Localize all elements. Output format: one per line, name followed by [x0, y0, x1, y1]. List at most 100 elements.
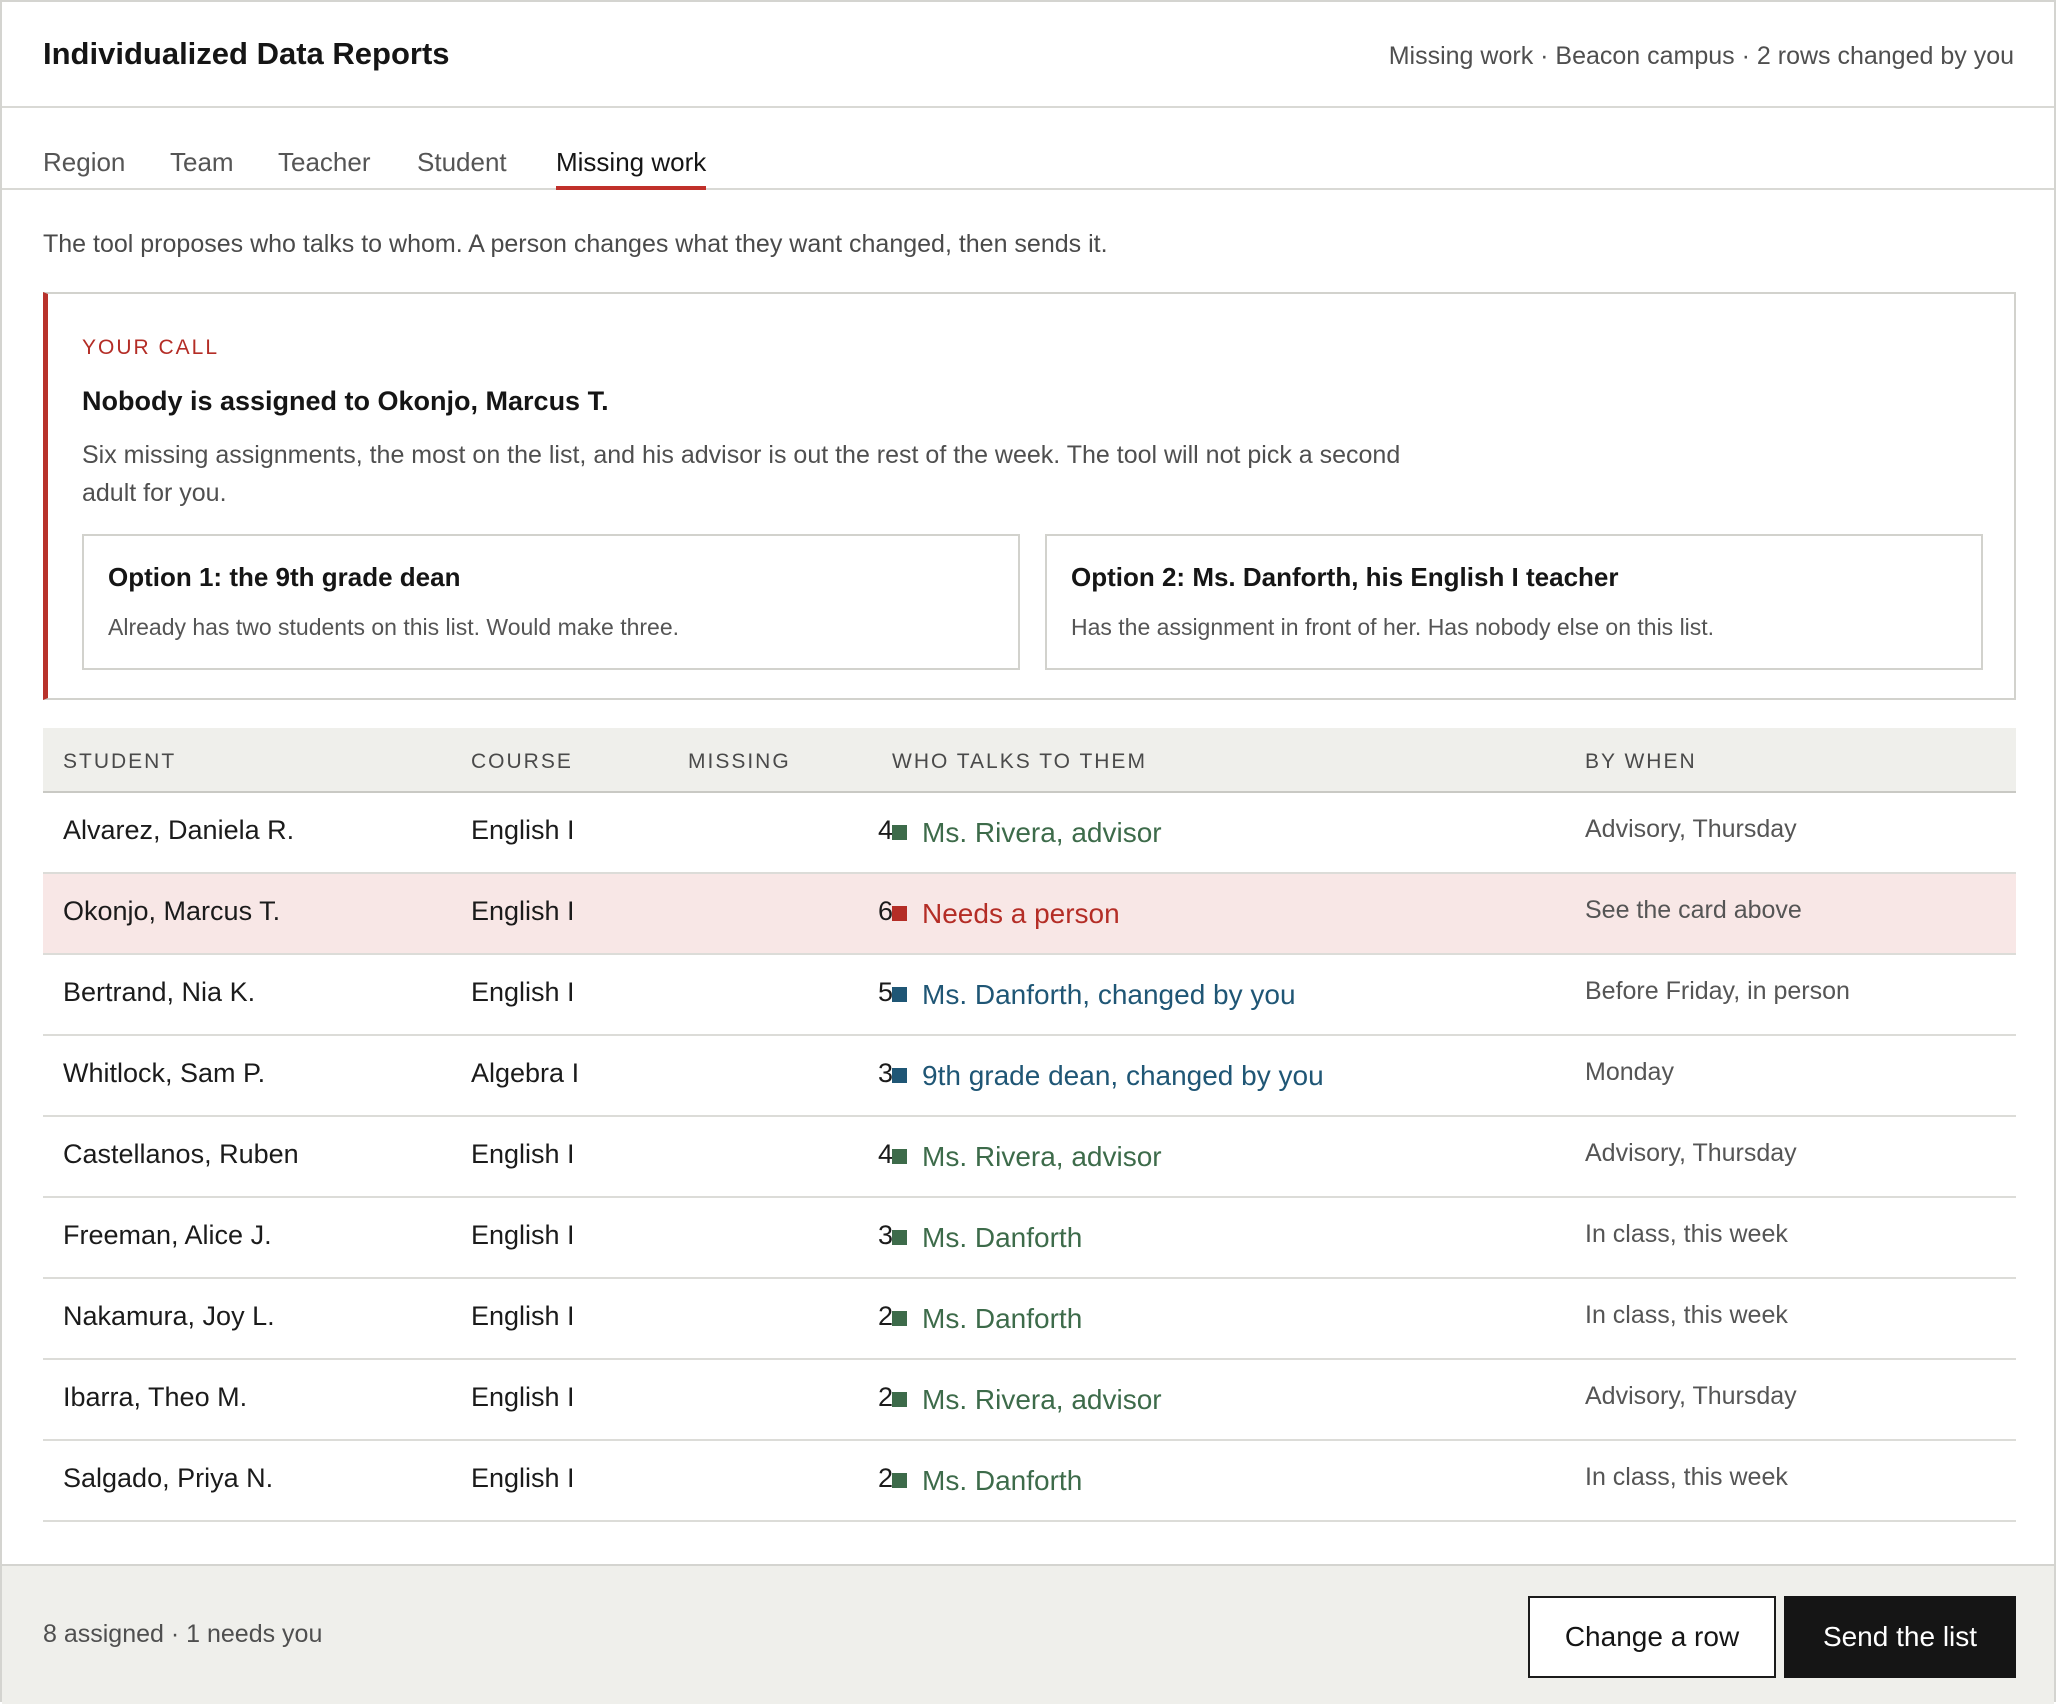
intro-text: The tool proposes who talks to whom. A p… — [43, 230, 1108, 258]
student-name: Okonjo, Marcus T. — [63, 896, 281, 926]
student-name: Bertrand, Nia K. — [63, 977, 256, 1007]
table-row[interactable]: Castellanos, Ruben English I 4 Ms. River… — [43, 1117, 2016, 1198]
missing-count: 2 — [877, 1382, 893, 1412]
your-call-card: YOUR CALL Nobody is assigned to Okonjo, … — [43, 292, 2016, 700]
student-name: Castellanos, Ruben — [63, 1139, 299, 1169]
status-square-icon — [892, 1149, 907, 1164]
due-when: Before Friday, in person — [1585, 977, 1850, 1005]
course-name: Algebra I — [471, 1058, 580, 1088]
assignee-label: Ms. Danforth, changed by you — [922, 979, 1296, 1010]
option-danforth-button[interactable]: Option 2: Ms. Danforth, his English I te… — [1045, 534, 1983, 670]
tab-region[interactable]: Region — [43, 134, 125, 190]
missing-count: 4 — [877, 815, 893, 845]
assignee-label: Ms. Rivera, advisor — [922, 1141, 1162, 1172]
course-name: English I — [471, 815, 575, 845]
due-when: Advisory, Thursday — [1585, 1382, 1797, 1410]
column-header-course: COURSE — [471, 750, 573, 773]
assignee-label: Ms. Danforth — [922, 1222, 1083, 1253]
status-square-icon — [892, 1473, 907, 1488]
assignee: Ms. Rivera, advisor — [892, 817, 1162, 849]
column-header-student: STUDENT — [63, 750, 177, 773]
status-square-icon — [892, 987, 907, 1002]
missing-count: 5 — [877, 977, 893, 1007]
status-square-icon — [892, 906, 907, 921]
course-name: English I — [471, 896, 575, 926]
status-square-icon — [892, 1392, 907, 1407]
student-name: Ibarra, Theo M. — [63, 1382, 248, 1412]
table-row[interactable]: Bertrand, Nia K. English I 5 Ms. Danfort… — [43, 955, 2016, 1036]
tab-team[interactable]: Team — [170, 134, 234, 190]
missing-count: 3 — [877, 1058, 893, 1088]
column-header-missing: MISSING — [688, 750, 791, 773]
missing-count: 2 — [877, 1463, 893, 1493]
assignee-label: Ms. Rivera, advisor — [922, 1384, 1162, 1415]
tab-missing-work[interactable]: Missing work — [556, 134, 707, 190]
student-name: Freeman, Alice J. — [63, 1220, 272, 1250]
header-context: Missing work · Beacon campus · 2 rows ch… — [1388, 42, 2014, 70]
assignee: Ms. Danforth, changed by you — [892, 979, 1296, 1011]
assignee-label: 9th grade dean, changed by you — [922, 1060, 1324, 1091]
table-row[interactable]: Ibarra, Theo M. English I 2 Ms. Rivera, … — [43, 1360, 2016, 1441]
assignee-label: Ms. Rivera, advisor — [922, 817, 1162, 848]
course-name: English I — [471, 977, 575, 1007]
due-when: Advisory, Thursday — [1585, 815, 1797, 843]
due-when: In class, this week — [1585, 1301, 1788, 1329]
report-tabs: Region Team Teacher Student Missing work — [2, 108, 2054, 190]
course-name: English I — [471, 1301, 575, 1331]
tab-teacher[interactable]: Teacher — [278, 134, 371, 190]
action-footer: 8 assigned · 1 needs you Change a row Se… — [2, 1564, 2054, 1704]
due-when: In class, this week — [1585, 1220, 1788, 1248]
table-row[interactable]: Whitlock, Sam P. Algebra I 3 9th grade d… — [43, 1036, 2016, 1117]
course-name: English I — [471, 1220, 575, 1250]
tab-student[interactable]: Student — [417, 134, 507, 190]
status-square-icon — [892, 1311, 907, 1326]
due-when: Monday — [1585, 1058, 1674, 1086]
course-name: English I — [471, 1382, 575, 1412]
table-row[interactable]: Alvarez, Daniela R. English I 4 Ms. Rive… — [43, 793, 2016, 874]
missing-count: 4 — [877, 1139, 893, 1169]
assignee: Ms. Danforth — [892, 1222, 1082, 1254]
due-when: Advisory, Thursday — [1585, 1139, 1797, 1167]
missing-count: 6 — [877, 896, 893, 926]
assignee-label: Needs a person — [922, 898, 1120, 929]
due-when: See the card above — [1585, 896, 1802, 924]
assignee: Needs a person — [892, 898, 1120, 930]
course-name: English I — [471, 1463, 575, 1493]
option-title: Option 2: Ms. Danforth, his English I te… — [1071, 562, 1619, 592]
student-name: Salgado, Priya N. — [63, 1463, 274, 1493]
change-row-button[interactable]: Change a row — [1528, 1596, 1776, 1678]
table-row[interactable]: Okonjo, Marcus T. English I 6 Needs a pe… — [43, 874, 2016, 955]
call-description: Six missing assignments, the most on the… — [82, 441, 1401, 507]
assignee: Ms. Rivera, advisor — [892, 1141, 1162, 1173]
missing-count: 2 — [877, 1301, 893, 1331]
student-name: Alvarez, Daniela R. — [63, 815, 295, 845]
student-name: Nakamura, Joy L. — [63, 1301, 275, 1331]
call-title: Nobody is assigned to Okonjo, Marcus T. — [82, 386, 609, 416]
table-row[interactable]: Freeman, Alice J. English I 3 Ms. Danfor… — [43, 1198, 2016, 1279]
option-description: Has the assignment in front of her. Has … — [1071, 614, 1715, 640]
assignee: Ms. Danforth — [892, 1465, 1082, 1497]
table-header: STUDENT COURSE MISSING WHO TALKS TO THEM… — [43, 728, 2016, 793]
assignee: Ms. Danforth — [892, 1303, 1082, 1335]
option-title: Option 1: the 9th grade dean — [108, 562, 461, 592]
assignee: 9th grade dean, changed by you — [892, 1060, 1324, 1092]
due-when: In class, this week — [1585, 1463, 1788, 1491]
table-row[interactable]: Salgado, Priya N. English I 2 Ms. Danfor… — [43, 1441, 2016, 1522]
send-list-button[interactable]: Send the list — [1784, 1596, 2016, 1678]
assignee-label: Ms. Danforth — [922, 1465, 1083, 1496]
app-title: Individualized Data Reports — [43, 36, 450, 71]
call-eyebrow: YOUR CALL — [82, 336, 220, 359]
status-square-icon — [892, 825, 907, 840]
course-name: English I — [471, 1139, 575, 1169]
missing-count: 3 — [877, 1220, 893, 1250]
option-dean-button[interactable]: Option 1: the 9th grade dean Already has… — [82, 534, 1020, 670]
assignee: Ms. Rivera, advisor — [892, 1384, 1162, 1416]
app-header: Individualized Data Reports Missing work… — [2, 2, 2054, 108]
column-header-when: BY WHEN — [1585, 750, 1697, 773]
missing-work-table: STUDENT COURSE MISSING WHO TALKS TO THEM… — [43, 728, 2016, 1522]
table-row[interactable]: Nakamura, Joy L. English I 2 Ms. Danfort… — [43, 1279, 2016, 1360]
column-header-who: WHO TALKS TO THEM — [892, 750, 1147, 773]
assignment-summary: 8 assigned · 1 needs you — [43, 1620, 323, 1648]
student-name: Whitlock, Sam P. — [63, 1058, 266, 1088]
option-description: Already has two students on this list. W… — [108, 614, 680, 640]
